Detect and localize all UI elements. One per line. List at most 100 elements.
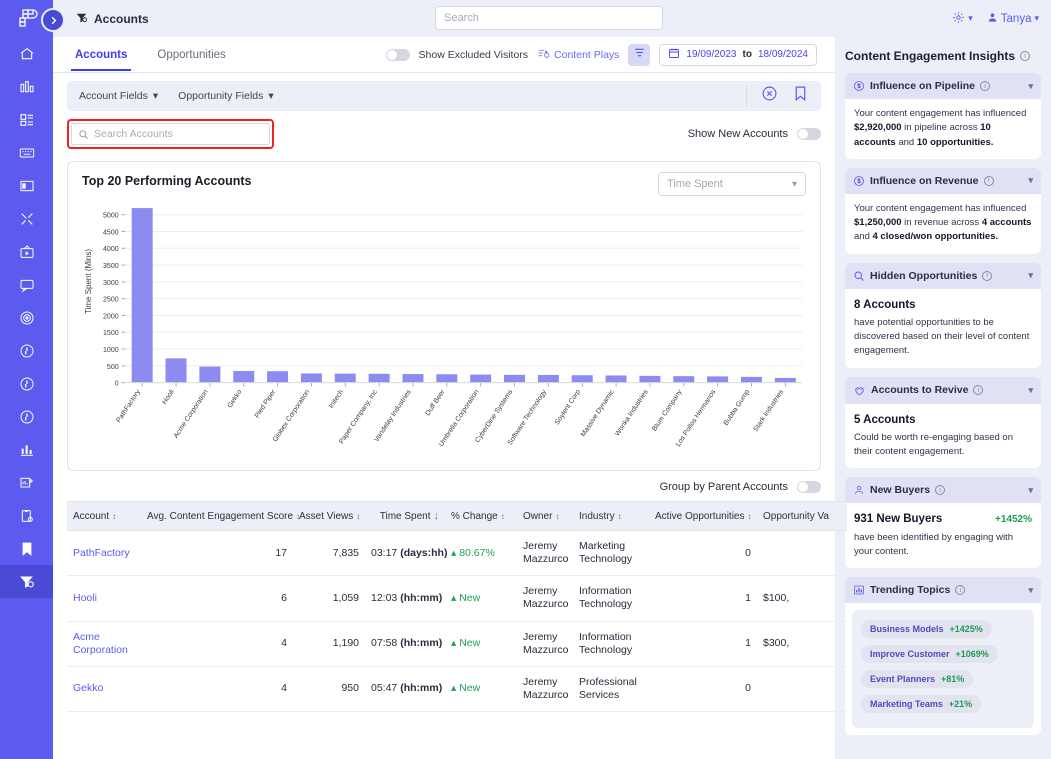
- account-link[interactable]: Gekko: [73, 682, 103, 694]
- sidebar-item-analytics[interactable]: [0, 70, 53, 103]
- trending-topic-chip[interactable]: Improve Customer +1069%: [861, 645, 998, 663]
- trending-topic-chip[interactable]: Event Planners +81%: [861, 670, 974, 688]
- info-icon[interactable]: i: [973, 385, 984, 395]
- chevron-down-icon[interactable]: ▾: [1028, 175, 1033, 186]
- expand-nav-button[interactable]: [41, 8, 65, 32]
- tab-accounts[interactable]: Accounts: [71, 39, 132, 71]
- chevron-down-icon[interactable]: ▾: [1028, 585, 1033, 596]
- sidebar-item-reports[interactable]: [0, 433, 53, 466]
- chevron-down-icon[interactable]: ▾: [1028, 385, 1033, 396]
- content-plays-link[interactable]: Content Plays: [537, 47, 619, 63]
- cell-engagement-score: 17: [141, 530, 293, 577]
- sidebar-item-home[interactable]: [0, 37, 53, 70]
- content-plays-label: Content Plays: [554, 48, 620, 61]
- show-new-accounts-toggle[interactable]: [797, 128, 821, 140]
- sidebar-item-campaigns[interactable]: [0, 136, 53, 169]
- sort-toggle-icon[interactable]: ↕: [356, 512, 360, 521]
- table-row[interactable]: Hooli 6 1,059 12:03 (hh:mm) ▴ New Jeremy Mazz…: [67, 575, 847, 622]
- info-icon[interactable]: i: [982, 270, 993, 281]
- info-icon[interactable]: i: [1020, 51, 1031, 61]
- sidebar-item-tracks-3[interactable]: [0, 400, 53, 433]
- column-header-industry[interactable]: Industry ↕: [573, 501, 649, 531]
- account-fields-dropdown[interactable]: Account Fields ▾: [79, 90, 158, 102]
- sidebar-item-add-report[interactable]: [0, 466, 53, 499]
- bookmark-icon[interactable]: [792, 85, 809, 107]
- opportunity-fields-dropdown[interactable]: Opportunity Fields ▾: [178, 90, 274, 102]
- date-range-picker[interactable]: 19/09/2023 to 18/09/2024: [659, 43, 817, 66]
- sidebar-item-tools[interactable]: [0, 202, 53, 235]
- column-header-time-spent[interactable]: Time Spent ↓: [365, 501, 445, 531]
- chevron-down-icon[interactable]: ▾: [1028, 270, 1033, 281]
- insight-card-topics: Trending Topics i ▾ Business Models +1425% Im…: [845, 577, 1041, 735]
- y-axis-label: Time Spent (Mins): [84, 248, 93, 314]
- fields-bar-actions: [746, 85, 809, 107]
- column-header-owner[interactable]: Owner ↕: [517, 501, 573, 531]
- show-excluded-visitors-toggle[interactable]: [385, 48, 410, 61]
- sidebar-item-bookmarks[interactable]: [0, 532, 53, 565]
- info-icon[interactable]: i: [935, 485, 946, 496]
- chart-metric-select[interactable]: Time Spent ▾: [658, 172, 806, 196]
- calendar-icon: [668, 47, 680, 62]
- funnel-accounts-icon: [75, 11, 88, 27]
- column-header-active-opportunities[interactable]: Active Opportunities ↕: [649, 501, 757, 531]
- insight-card-header-topics[interactable]: Trending Topics i ▾: [845, 577, 1041, 603]
- column-header-account[interactable]: Account ↕: [67, 501, 141, 531]
- search-accounts-input[interactable]: [71, 123, 270, 145]
- trending-topic-row: Business Models +1425%: [861, 619, 1025, 644]
- table-row[interactable]: Gekko 4 950 05:47 (hh:mm) ▴ New Jeremy Mazzur…: [67, 666, 847, 713]
- svg-text:PathFactory: PathFactory: [115, 388, 142, 424]
- bar-chart-icon: [853, 584, 865, 596]
- svg-text:4500: 4500: [103, 227, 119, 236]
- info-icon[interactable]: i: [980, 81, 991, 91]
- chevron-down-icon[interactable]: ▾: [1028, 485, 1033, 496]
- sidebar-item-media[interactable]: [0, 235, 53, 268]
- account-link[interactable]: Acme Corporation: [73, 631, 128, 656]
- cell-opportunity-value: $300,: [757, 621, 847, 667]
- group-by-parent-row: Group by Parent Accounts: [67, 481, 821, 501]
- sort-toggle-icon[interactable]: ↕: [555, 512, 559, 521]
- column-header-avg-content-engagement-score[interactable]: Avg. Content Engagement Score↕: [141, 501, 300, 531]
- tab-opportunities[interactable]: Opportunities: [153, 39, 229, 70]
- info-icon[interactable]: i: [955, 585, 966, 595]
- table-row[interactable]: Acme Corporation 4 1,190 07:58 (hh:mm) ▴ New…: [67, 621, 847, 667]
- insight-card-header-hidden[interactable]: Hidden Opportunities i ▾: [845, 262, 1041, 289]
- sort-toggle-icon[interactable]: ↕: [748, 512, 752, 521]
- sort-toggle-icon[interactable]: ↕: [501, 512, 505, 521]
- clear-circle-x-icon[interactable]: [761, 85, 778, 107]
- trending-topic-chip[interactable]: Marketing Teams +21%: [861, 695, 982, 713]
- trending-topic-chip[interactable]: Business Models +1425%: [861, 620, 992, 638]
- sort-toggle-icon[interactable]: ↕: [112, 512, 116, 521]
- info-icon[interactable]: i: [983, 175, 994, 186]
- sidebar-item-chat[interactable]: [0, 268, 53, 301]
- insight-card-header-buyers[interactable]: New Buyers i ▾: [845, 477, 1041, 504]
- bar-chart: Time Spent (Mins) 0 500 1000 1500 2000 2500 30…: [82, 206, 806, 462]
- insight-card-header-revenue[interactable]: Influence on Revenue i ▾: [845, 167, 1041, 194]
- filter-button[interactable]: [628, 43, 651, 66]
- table-row[interactable]: PathFactory 17 7,835 03:17 (days:hh) ▴ 80.67…: [67, 530, 847, 577]
- global-search-input[interactable]: [435, 6, 663, 30]
- insights-panel: Content Engagement Insights i Influence …: [835, 37, 1051, 759]
- insight-card-header-pipeline[interactable]: Influence on Pipeline i ▾: [845, 73, 1041, 99]
- sidebar-item-tracks-1[interactable]: [0, 334, 53, 367]
- column-header-change[interactable]: % Change ↕: [445, 501, 517, 531]
- cell-account: Acme Corporation: [67, 621, 141, 667]
- sidebar-item-accounts[interactable]: [0, 565, 53, 598]
- sidebar-item-tracks-2[interactable]: [0, 367, 53, 400]
- sidebar-item-clipboard[interactable]: [0, 499, 53, 532]
- sidebar-item-targeting[interactable]: [0, 301, 53, 334]
- chevron-down-icon[interactable]: ▾: [1028, 81, 1033, 92]
- sidebar-item-pages[interactable]: [0, 169, 53, 202]
- cell-asset-views: 950: [293, 666, 365, 713]
- settings-menu-button[interactable]: ▾: [952, 11, 973, 27]
- svg-text:Hooli: Hooli: [161, 388, 176, 406]
- sort-toggle-icon[interactable]: ↕: [618, 512, 622, 521]
- account-link[interactable]: PathFactory: [73, 547, 130, 559]
- sidebar-item-content-library[interactable]: [0, 103, 53, 136]
- user-menu-button[interactable]: Tanya ▾: [987, 12, 1039, 26]
- insight-card-header-revive[interactable]: Accounts to Revive i ▾: [845, 376, 1041, 404]
- column-header-asset-views[interactable]: Asset Views ↕: [293, 501, 365, 531]
- account-link[interactable]: Hooli: [73, 592, 97, 604]
- svg-text:Wonka Industries: Wonka Industries: [614, 388, 650, 438]
- trending-topics-box: Business Models +1425% Improve Customer +10…: [852, 610, 1034, 728]
- group-by-parent-toggle[interactable]: [797, 481, 821, 493]
